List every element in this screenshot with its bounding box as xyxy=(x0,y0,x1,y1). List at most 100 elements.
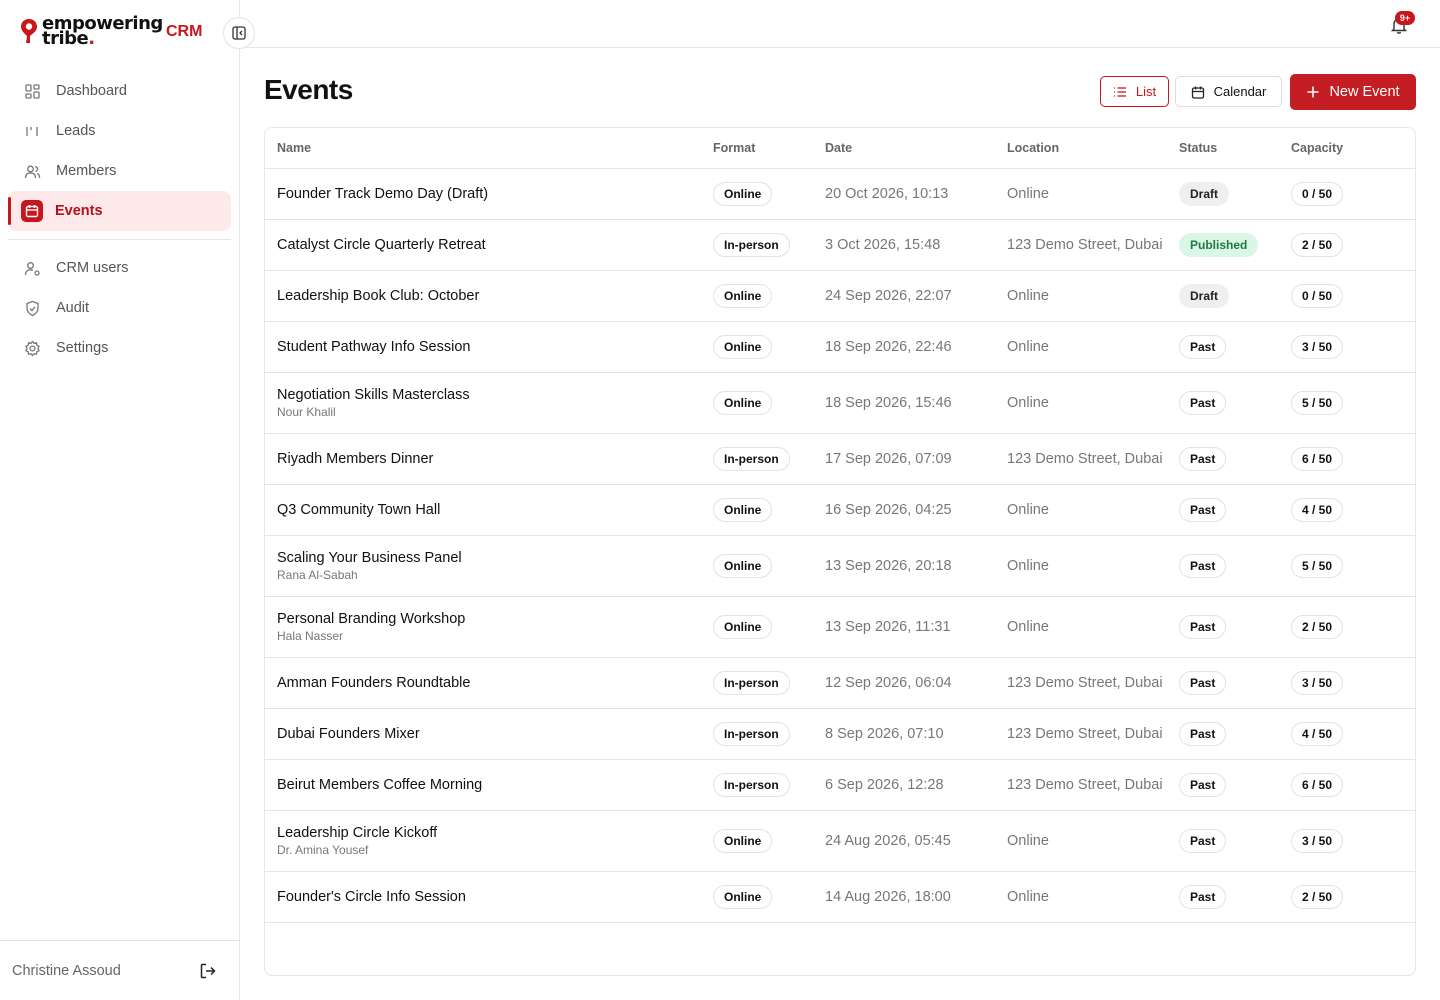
location-cell: 123 Demo Street, Dubai xyxy=(1007,675,1179,691)
location-cell: Online xyxy=(1007,395,1179,411)
table-row[interactable]: Founder's Circle Info Session Online 14 Au… xyxy=(265,872,1415,923)
event-name-cell: Scaling Your Business Panel Rana Al-Sabah xyxy=(265,550,713,582)
status-cell: Past xyxy=(1179,885,1291,909)
event-name[interactable]: Founder's Circle Info Session xyxy=(277,889,713,905)
status-badge: Published xyxy=(1179,233,1259,257)
event-location: Online xyxy=(1007,502,1049,518)
status-badge: Past xyxy=(1179,447,1227,471)
status-cell: Past xyxy=(1179,447,1291,471)
format-badge: Online xyxy=(713,284,773,308)
date-cell: 17 Sep 2026, 07:09 xyxy=(825,451,1007,467)
column-header-name[interactable]: Name xyxy=(265,141,713,155)
table-row[interactable]: Scaling Your Business Panel Rana Al-Sabah… xyxy=(265,536,1415,597)
event-name[interactable]: Leadership Circle Kickoff xyxy=(277,825,713,841)
collapse-sidebar-button[interactable] xyxy=(223,17,255,49)
sidebar-item-audit[interactable]: Audit xyxy=(8,288,231,328)
list-view-label: List xyxy=(1135,84,1157,99)
format-cell: Online xyxy=(713,498,825,522)
event-name[interactable]: Personal Branding Workshop xyxy=(277,611,713,627)
list-view-button[interactable]: List xyxy=(1100,76,1169,107)
sidebar-item-dashboard[interactable]: Dashboard xyxy=(8,71,231,111)
event-name[interactable]: Q3 Community Town Hall xyxy=(277,502,713,518)
event-name[interactable]: Scaling Your Business Panel xyxy=(277,550,713,566)
format-badge: Online xyxy=(713,554,773,578)
event-name[interactable]: Dubai Founders Mixer xyxy=(277,726,713,742)
status-cell: Past xyxy=(1179,722,1291,746)
sidebar-item-crm-users[interactable]: CRM users xyxy=(8,248,231,288)
column-header-date[interactable]: Date xyxy=(825,141,1007,155)
capacity-badge: 0 / 50 xyxy=(1291,182,1344,206)
table-row[interactable]: Dubai Founders Mixer In-person 8 Sep 2026,… xyxy=(265,709,1415,760)
sidebar-item-events[interactable]: Events xyxy=(8,191,231,231)
event-name-cell: Founder's Circle Info Session xyxy=(265,889,713,905)
column-header-format[interactable]: Format xyxy=(713,141,825,155)
event-location: Online xyxy=(1007,395,1049,411)
format-cell: In-person xyxy=(713,671,825,695)
event-host: Hala Nasser xyxy=(277,629,344,643)
sidebar-item-leads[interactable]: Leads xyxy=(8,111,231,151)
table-row[interactable]: Catalyst Circle Quarterly Retreat In-pers… xyxy=(265,220,1415,271)
calendar-view-button[interactable]: Calendar xyxy=(1175,76,1282,107)
event-location: Online xyxy=(1007,558,1049,574)
location-cell: Online xyxy=(1007,339,1179,355)
date-cell: 13 Sep 2026, 11:31 xyxy=(825,619,1007,635)
sidebar-footer: Christine Assoud xyxy=(0,940,239,1000)
event-name[interactable]: Riyadh Members Dinner xyxy=(277,451,713,467)
table-row[interactable]: Leadership Book Club: October Online 24 Se… xyxy=(265,271,1415,322)
event-name-cell: Negotiation Skills Masterclass Nour Khali… xyxy=(265,387,713,419)
event-name-cell: Beirut Members Coffee Morning xyxy=(265,777,713,793)
table-row[interactable]: Leadership Circle Kickoff Dr. Amina Youse… xyxy=(265,811,1415,872)
table-row[interactable]: Riyadh Members Dinner In-person 17 Sep 202… xyxy=(265,434,1415,485)
new-event-button[interactable]: New Event xyxy=(1290,74,1416,110)
logout-icon[interactable] xyxy=(199,962,217,980)
event-name[interactable]: Catalyst Circle Quarterly Retreat xyxy=(277,237,713,253)
location-cell: Online xyxy=(1007,502,1179,518)
table-row[interactable]: Negotiation Skills Masterclass Nour Khali… xyxy=(265,373,1415,434)
event-name[interactable]: Founder Track Demo Day (Draft) xyxy=(277,186,713,202)
event-name[interactable]: Student Pathway Info Session xyxy=(277,339,713,355)
event-host: Dr. Amina Yousef xyxy=(277,843,369,857)
column-header-location[interactable]: Location xyxy=(1007,141,1179,155)
sidebar-collapse-icon xyxy=(232,26,246,40)
location-cell: Online xyxy=(1007,186,1179,202)
location-cell: 123 Demo Street, Dubai xyxy=(1007,726,1179,742)
table-row[interactable]: Beirut Members Coffee Morning In-person 6 … xyxy=(265,760,1415,811)
table-row[interactable]: Q3 Community Town Hall Online 16 Sep 2026,… xyxy=(265,485,1415,536)
table-row[interactable]: Student Pathway Info Session Online 18 Sep… xyxy=(265,322,1415,373)
capacity-cell: 3 / 50 xyxy=(1291,671,1401,695)
event-name[interactable]: Amman Founders Roundtable xyxy=(277,675,713,691)
event-name[interactable]: Negotiation Skills Masterclass xyxy=(277,387,713,403)
brand-crm-tag: CRM xyxy=(166,23,203,40)
date-cell: 18 Sep 2026, 22:46 xyxy=(825,339,1007,355)
sidebar-item-members[interactable]: Members xyxy=(8,151,231,191)
capacity-cell: 2 / 50 xyxy=(1291,885,1401,909)
status-badge: Past xyxy=(1179,554,1227,578)
event-date: 18 Sep 2026, 22:46 xyxy=(825,339,952,355)
status-cell: Past xyxy=(1179,615,1291,639)
table-row[interactable]: Personal Branding Workshop Hala Nasser Onl… xyxy=(265,597,1415,658)
format-badge: Online xyxy=(713,829,773,853)
notification-badge: 9+ xyxy=(1395,11,1415,25)
event-date: 6 Sep 2026, 12:28 xyxy=(825,777,944,793)
brand-logo[interactable]: empowering tribe. CRM xyxy=(20,14,220,50)
event-name[interactable]: Beirut Members Coffee Morning xyxy=(277,777,713,793)
sidebar-item-settings[interactable]: Settings xyxy=(8,328,231,368)
status-badge: Past xyxy=(1179,885,1227,909)
format-cell: Online xyxy=(713,885,825,909)
date-cell: 24 Aug 2026, 05:45 xyxy=(825,833,1007,849)
format-badge: In-person xyxy=(713,233,790,257)
capacity-cell: 4 / 50 xyxy=(1291,498,1401,522)
table-row[interactable]: Amman Founders Roundtable In-person 12 Sep… xyxy=(265,658,1415,709)
format-cell: Online xyxy=(713,335,825,359)
column-header-status[interactable]: Status xyxy=(1179,141,1291,155)
event-name[interactable]: Leadership Book Club: October xyxy=(277,288,713,304)
status-cell: Past xyxy=(1179,829,1291,853)
sidebar-item-label: CRM users xyxy=(56,260,129,276)
table-header: Name Format Date Location Status Capacit… xyxy=(265,128,1415,169)
status-cell: Past xyxy=(1179,671,1291,695)
table-row[interactable]: Founder Track Demo Day (Draft) Online 20 O… xyxy=(265,169,1415,220)
status-badge: Draft xyxy=(1179,284,1230,308)
column-header-capacity[interactable]: Capacity xyxy=(1291,141,1401,155)
date-cell: 8 Sep 2026, 07:10 xyxy=(825,726,1007,742)
status-badge: Past xyxy=(1179,498,1227,522)
